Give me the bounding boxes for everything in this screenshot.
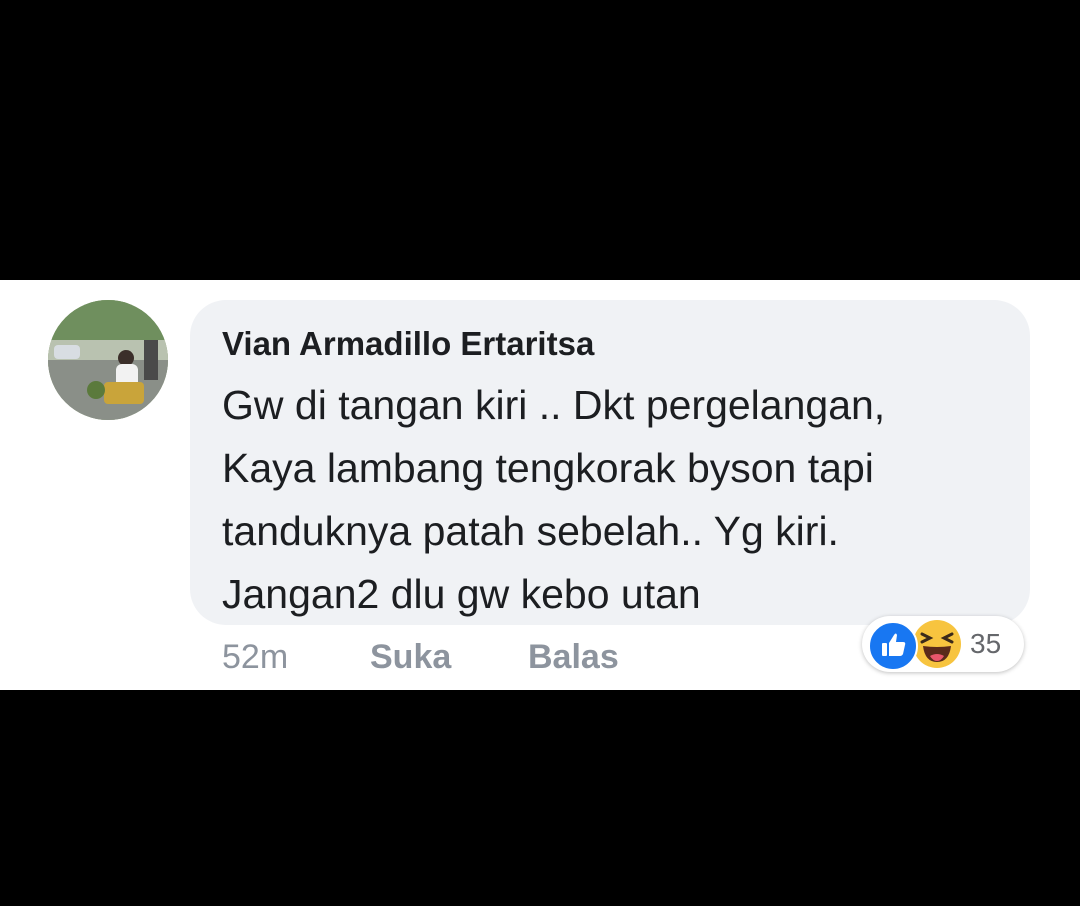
reaction-summary[interactable]: 35 bbox=[862, 616, 1024, 672]
comment-text-line: Kaya lambang tengkorak byson tapi bbox=[222, 445, 874, 491]
comment-text-line: Jangan2 dlu gw kebo utan bbox=[222, 571, 701, 617]
comment-text-line: tanduknya patah sebelah.. Yg kiri. bbox=[222, 508, 839, 554]
comment-timestamp[interactable]: 52m bbox=[222, 638, 288, 677]
comment-author-name[interactable]: Vian Armadillo Ertaritsa bbox=[222, 325, 594, 363]
avatar-photo bbox=[48, 300, 168, 420]
bottom-black-bar bbox=[0, 690, 1080, 906]
reaction-count: 35 bbox=[970, 628, 1002, 659]
avatar[interactable] bbox=[48, 300, 168, 420]
comment-text: Gw di tangan kiri .. Dkt pergelangan, Ka… bbox=[222, 374, 885, 626]
thumbs-up-icon bbox=[868, 621, 918, 671]
like-button[interactable]: Suka bbox=[370, 638, 451, 677]
reply-button[interactable]: Balas bbox=[528, 638, 619, 677]
top-black-bar bbox=[0, 0, 1080, 280]
haha-laughing-icon bbox=[912, 619, 962, 669]
comment-text-line: Gw di tangan kiri .. Dkt pergelangan, bbox=[222, 382, 886, 428]
